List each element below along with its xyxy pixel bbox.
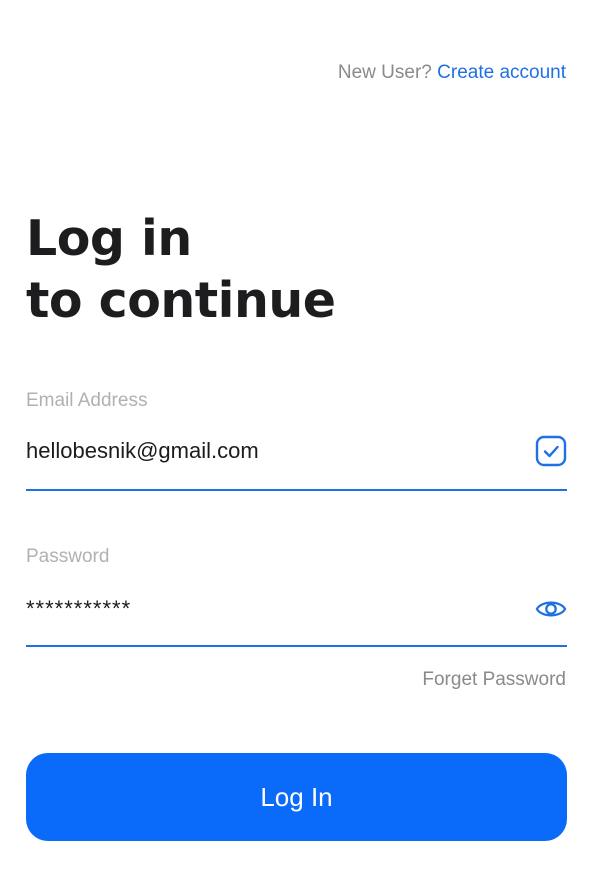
email-row	[26, 434, 567, 468]
password-row	[26, 592, 567, 626]
page-title-line-2: to continue	[26, 272, 336, 329]
signup-prompt: New User? Create account	[338, 60, 566, 86]
email-field-group: Email Address	[26, 389, 567, 493]
password-input[interactable]	[26, 596, 535, 622]
forgot-password-link[interactable]: Forget Password	[422, 668, 566, 692]
new-user-text: New User?	[337, 62, 432, 83]
login-button[interactable]: Log In	[26, 753, 567, 841]
email-underline	[26, 489, 567, 491]
password-underline	[26, 645, 567, 647]
email-input[interactable]	[26, 438, 535, 464]
create-account-link[interactable]: Create account	[437, 62, 566, 83]
password-field-group: Password	[26, 545, 567, 649]
password-label: Password	[26, 546, 110, 567]
page-title: Log in to continue	[26, 208, 336, 332]
email-label: Email Address	[26, 390, 148, 411]
check-square-icon	[535, 435, 567, 467]
eye-icon[interactable]	[535, 593, 567, 625]
page-title-line-1: Log in	[26, 210, 192, 267]
